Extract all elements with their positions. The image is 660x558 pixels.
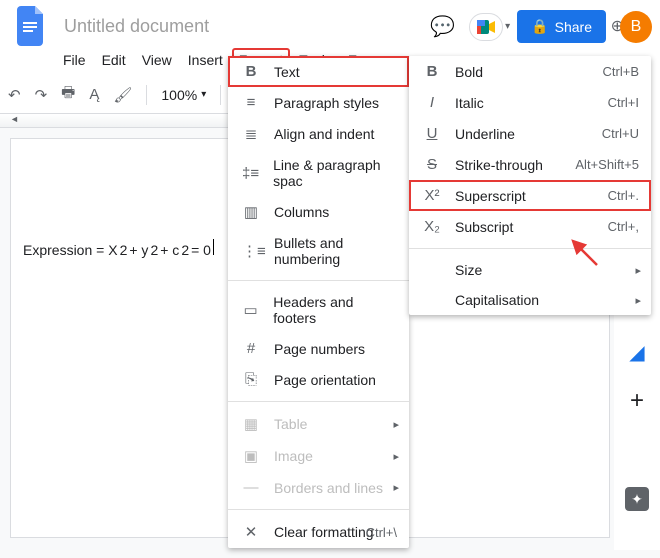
lock-icon: 🔒 (531, 18, 548, 35)
format-bullets[interactable]: ⋮≡Bullets and numbering (228, 228, 409, 274)
paragraph-icon: ≡ (242, 94, 260, 111)
explore-icon[interactable]: ✦ (625, 487, 649, 511)
subscript-icon: X₂ (423, 218, 441, 235)
bullets-icon: ⋮≡ (242, 242, 260, 260)
format-table: ▦Table▸ (228, 408, 409, 440)
text-submenu: BBoldCtrl+B IItalicCtrl+I UUnderlineCtrl… (409, 56, 651, 315)
menu-file[interactable]: File (56, 48, 93, 72)
format-columns[interactable]: ▥Columns (228, 196, 409, 228)
image-icon: ▣ (242, 447, 260, 465)
format-paragraph[interactable]: ≡Paragraph styles (228, 87, 409, 118)
text-bold[interactable]: BBoldCtrl+B (409, 56, 651, 87)
format-headers[interactable]: ▭Headers and footers (228, 287, 409, 333)
share-label: Share (555, 19, 592, 35)
bold-icon: B (242, 63, 260, 80)
hash-icon: # (242, 340, 260, 357)
docs-logo[interactable] (12, 6, 52, 46)
text-size[interactable]: Size▸ (409, 255, 651, 285)
borders-icon: ― (242, 479, 260, 496)
format-image: ▣Image▸ (228, 440, 409, 472)
format-text[interactable]: BText (228, 56, 409, 87)
bold-icon: B (423, 63, 441, 80)
text-subscript[interactable]: X₂SubscriptCtrl+, (409, 211, 651, 242)
meet-button[interactable] (469, 13, 503, 41)
align-icon: ≣ (242, 125, 260, 143)
text-superscript[interactable]: X²SuperscriptCtrl+. (409, 180, 651, 211)
clear-icon: ✕ (242, 523, 260, 541)
format-line-spacing[interactable]: ‡≡Line & paragraph spac (228, 150, 409, 196)
share-button[interactable]: 🔒 Share (517, 10, 606, 43)
strike-icon: S (423, 156, 441, 173)
menu-insert[interactable]: Insert (181, 48, 230, 72)
superscript-icon: X² (423, 187, 441, 204)
headers-icon: ▭ (242, 301, 259, 319)
paint-icon[interactable]: 🖌 (113, 86, 132, 104)
menu-view[interactable]: View (135, 48, 179, 72)
redo-icon[interactable]: ↷ (35, 86, 48, 104)
menu-edit[interactable]: Edit (95, 48, 133, 72)
comments-icon[interactable]: 💬 (430, 14, 455, 39)
text-capitalisation[interactable]: Capitalisation▸ (409, 285, 651, 315)
text-underline[interactable]: UUnderlineCtrl+U (409, 118, 651, 149)
spellcheck-icon[interactable]: Ą (89, 86, 99, 103)
table-icon: ▦ (242, 415, 260, 433)
format-borders: ―Borders and lines▸ (228, 472, 409, 503)
italic-icon: I (423, 94, 441, 111)
text-italic[interactable]: IItalicCtrl+I (409, 87, 651, 118)
print-icon[interactable]: 🖶 (61, 82, 75, 107)
format-dropdown: BText ≡Paragraph styles ≣Align and inden… (228, 56, 409, 548)
columns-icon: ▥ (242, 203, 260, 221)
format-align[interactable]: ≣Align and indent (228, 118, 409, 150)
text-strike[interactable]: SStrike-throughAlt+Shift+5 (409, 149, 651, 180)
keep-icon[interactable]: ◢ (629, 340, 644, 365)
spacing-icon: ‡≡ (242, 165, 259, 182)
orientation-icon: ⎘ (242, 371, 260, 388)
format-clear[interactable]: ✕Clear formattingCtrl+\ (228, 516, 409, 548)
undo-icon[interactable]: ↶ (8, 86, 21, 104)
avatar[interactable]: B (620, 11, 652, 43)
zoom-select[interactable]: 100%▾ (161, 87, 206, 103)
format-orientation[interactable]: ⎘Page orientation (228, 364, 409, 395)
format-page-numbers[interactable]: #Page numbers (228, 333, 409, 364)
add-on-icon[interactable]: + (630, 387, 644, 415)
underline-icon: U (423, 125, 441, 142)
